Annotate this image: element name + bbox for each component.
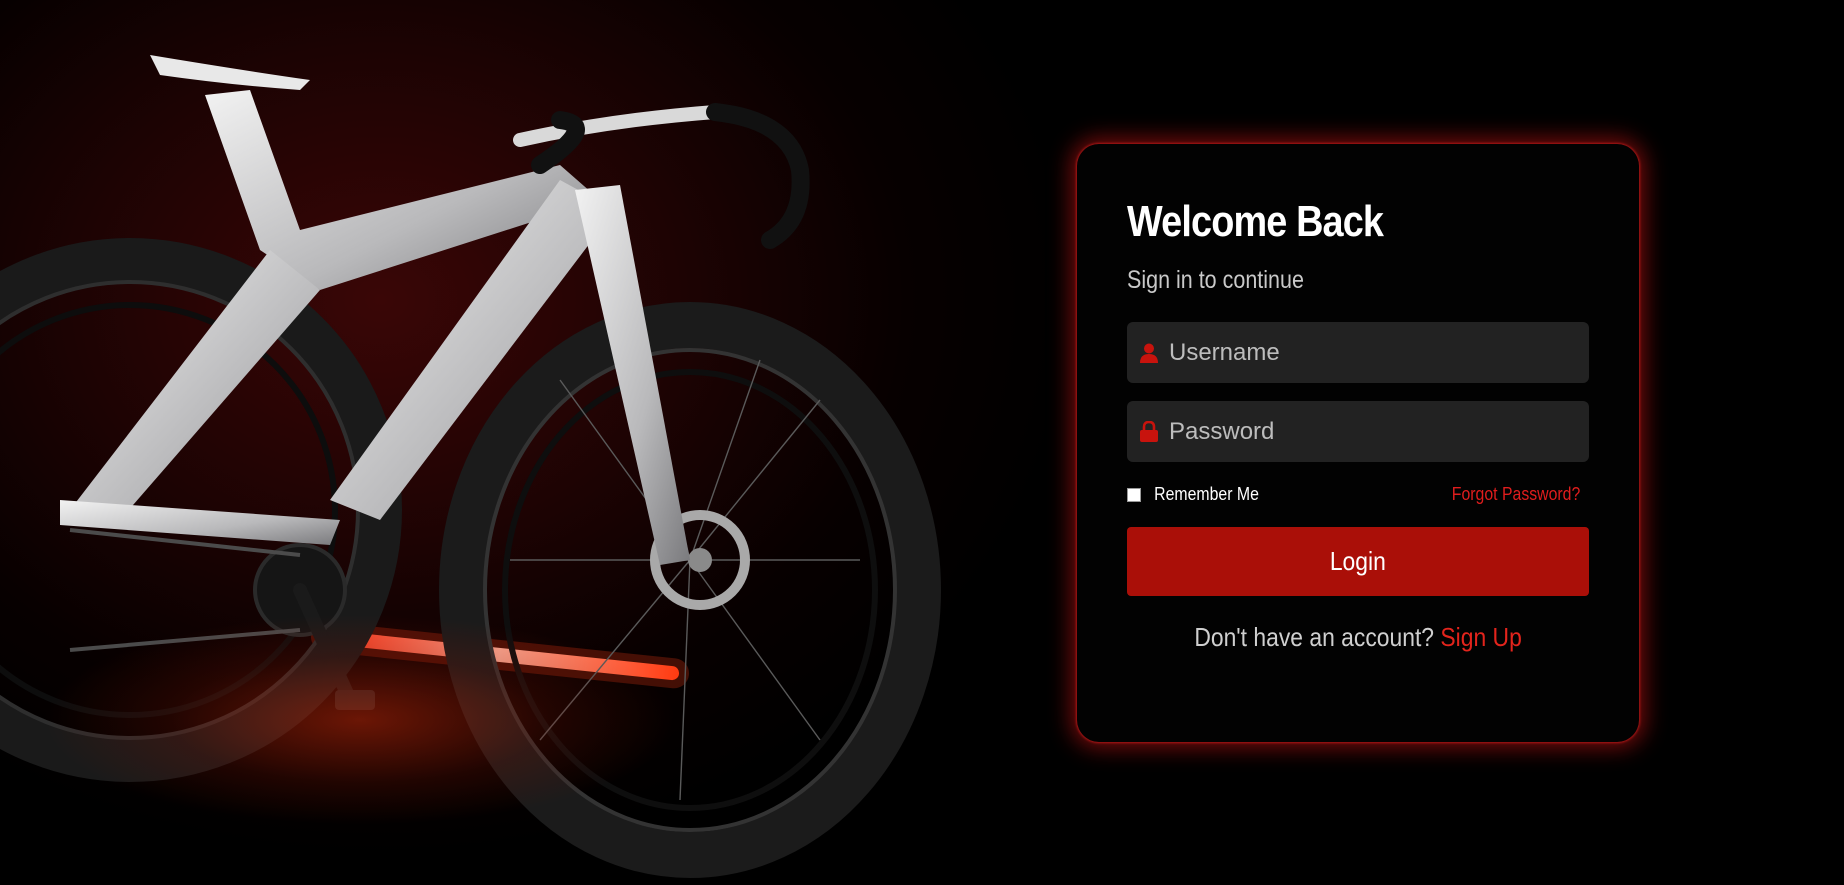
remember-me[interactable]: Remember Me <box>1127 484 1266 505</box>
forgot-password-link[interactable]: Forgot Password? <box>1443 484 1589 505</box>
saddle <box>150 55 310 90</box>
signup-prompt-text: Don't have an account? <box>1194 622 1434 652</box>
sign-up-link[interactable]: Sign Up <box>1440 622 1521 652</box>
username-field <box>1127 322 1589 383</box>
remember-me-label: Remember Me <box>1154 484 1259 504</box>
lock-icon <box>1139 421 1159 443</box>
login-options-row: Remember Me Forgot Password? <box>1127 484 1589 505</box>
remember-me-checkbox[interactable] <box>1127 487 1141 502</box>
login-button[interactable]: Login <box>1127 527 1589 596</box>
page-subtitle: Sign in to continue <box>1127 266 1304 294</box>
password-field <box>1127 401 1589 462</box>
signup-prompt-row: Don't have an account? Sign Up <box>1127 622 1589 653</box>
login-card: Welcome Back Sign in to continue Usernam… <box>1077 144 1639 742</box>
login-page: Welcome Back Sign in to continue Usernam… <box>0 0 1844 885</box>
hero-bicycle-image <box>0 0 1000 885</box>
password-input[interactable] <box>1159 401 1589 462</box>
floor-light-glow <box>0 560 900 885</box>
username-input[interactable] <box>1159 322 1589 383</box>
page-title: Welcome Back <box>1127 197 1384 246</box>
user-icon <box>1139 342 1159 364</box>
